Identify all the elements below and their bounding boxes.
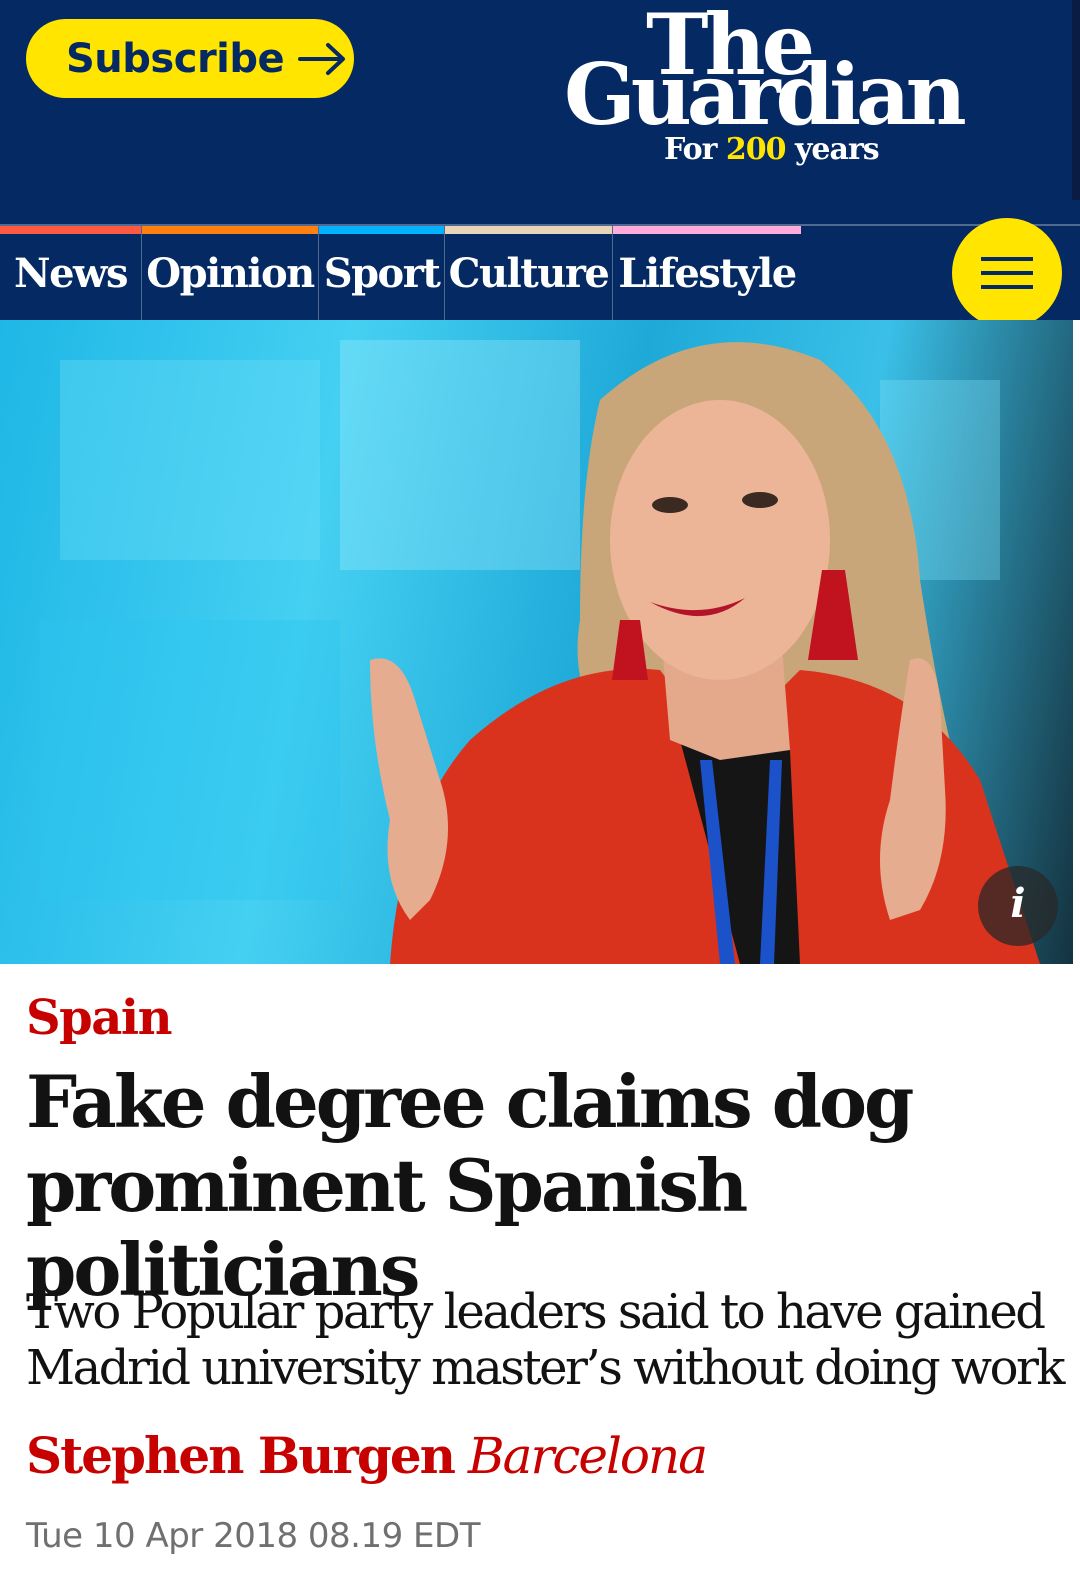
menu-button[interactable] [952,218,1062,328]
nav-pillar-bar-lifestyle [613,226,801,234]
nav-item-opinion[interactable]: Opinion [142,226,319,320]
info-icon: i [1010,880,1026,927]
nav-item-sport[interactable]: Sport [319,226,445,320]
byline: Stephen Burgen Barcelona [26,1426,708,1485]
nav-item-lifestyle[interactable]: Lifestyle [613,226,801,320]
nav-label-lifestyle: Lifestyle [618,250,797,297]
nav-pillar-bar-news [0,226,141,234]
scroll-edge [1072,0,1080,200]
section-nav: News Opinion Sport Culture Lifestyle [0,224,1080,320]
nav-pillar-bar-culture [445,226,612,234]
guardian-logo[interactable]: The Guardian For 200 years [560,0,980,180]
nav-label-news: News [14,250,128,297]
hamburger-menu-icon-line [981,285,1033,289]
nav-item-news[interactable]: News [0,226,142,320]
section-kicker-link[interactable]: Spain [26,990,172,1046]
publish-date: Tue 10 Apr 2018 08.19 EDT [26,1516,481,1556]
article-headline: Fake degree claims dog prominent Spanish… [26,1059,914,1312]
nav-label-culture: Culture [448,250,610,297]
logo-tagline: For 200 years [664,132,880,168]
image-info-button[interactable]: i [978,866,1058,946]
logo-tag-number: 200 [725,132,787,167]
arrow-right-icon [298,42,346,75]
logo-tag-suffix: years [785,132,880,167]
article-standfirst: Two Popular party leaders said to have g… [26,1284,1066,1396]
nav-pillar-bar-sport [319,226,444,234]
logo-tag-prefix: For [664,132,726,167]
nav-item-culture[interactable]: Culture [445,226,613,320]
hero-image [0,320,1073,964]
hamburger-menu-icon [981,257,1033,261]
nav-label-opinion: Opinion [146,250,315,297]
author-link[interactable]: Stephen Burgen [26,1426,456,1485]
nav-label-sport: Sport [323,250,441,297]
logo-line2: Guardian [564,45,967,144]
byline-location: Barcelona [467,1427,708,1485]
hero-photo-illustration [40,340,1040,964]
masthead: Subscribe The Guardian For 200 years [0,0,1080,224]
nav-pillar-bar-opinion [142,226,318,234]
hamburger-menu-icon-line [981,271,1033,275]
subscribe-button[interactable]: Subscribe [26,19,354,98]
subscribe-label: Subscribe [66,35,285,82]
